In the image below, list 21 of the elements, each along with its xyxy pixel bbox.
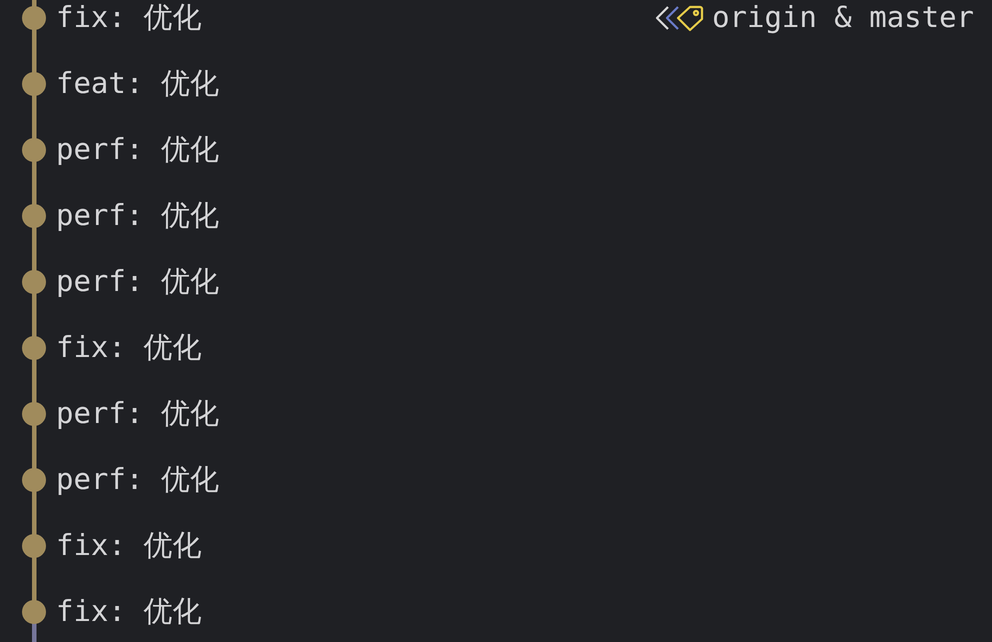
commit-message: perf: 优化	[56, 395, 219, 432]
commit-message: fix: 优化	[56, 527, 202, 564]
commit-message: perf: 优化	[56, 131, 219, 168]
commit-dot	[22, 72, 46, 96]
commit-dot	[22, 468, 46, 492]
commit-dot	[22, 534, 46, 558]
commit-dot	[22, 402, 46, 426]
commit-dot	[22, 270, 46, 294]
commit-message: perf: 优化	[56, 461, 219, 498]
commit-dot	[22, 6, 46, 30]
commit-message: feat: 优化	[56, 65, 219, 102]
commit-message: fix: 优化	[56, 0, 202, 36]
commit-dot	[22, 600, 46, 624]
commit-message: perf: 优化	[56, 197, 219, 234]
commit-dot	[22, 204, 46, 228]
commit-dot	[22, 336, 46, 360]
commit-message: fix: 优化	[56, 329, 202, 366]
commit-message: fix: 优化	[56, 593, 202, 630]
branch-label: origin & master	[712, 0, 974, 36]
commit-message: perf: 优化	[56, 263, 219, 300]
commit-dot	[22, 138, 46, 162]
